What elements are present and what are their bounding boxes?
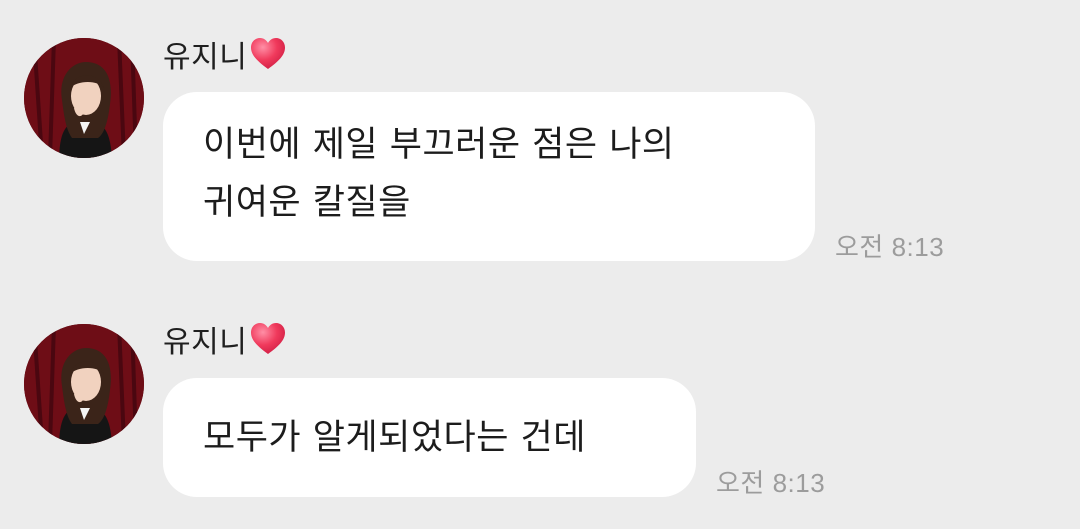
- heart-icon: [249, 321, 287, 357]
- sender-label: 유지니: [163, 34, 287, 75]
- sender-avatar[interactable]: [24, 38, 144, 158]
- message-bubble[interactable]: 모두가 알게되었다는 건데: [163, 378, 696, 497]
- sender-label: 유지니: [163, 319, 287, 360]
- sender-name: 유지니: [163, 40, 248, 75]
- sender-name: 유지니: [163, 325, 248, 360]
- message-timestamp: 오전 8:13: [716, 468, 826, 498]
- message-timestamp: 오전 8:13: [835, 232, 945, 262]
- heart-icon: [249, 36, 287, 72]
- message-text-line: 귀여운 칼질을: [203, 183, 411, 223]
- message-bubble[interactable]: 이번에 제일 부끄러운 점은 나의 귀여운 칼질을: [163, 92, 815, 261]
- message-text-line: 이번에 제일 부끄러운 점은 나의: [203, 125, 675, 165]
- message-text-line: 모두가 알게되었다는 건데: [203, 418, 586, 458]
- sender-avatar[interactable]: [24, 324, 144, 444]
